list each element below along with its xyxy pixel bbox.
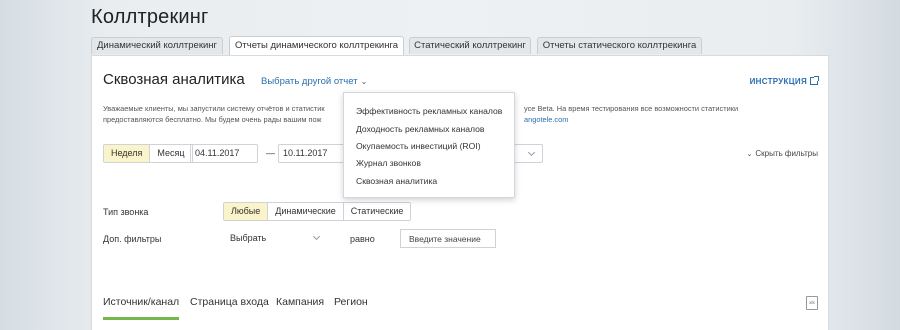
hide-filters-toggle[interactable]: ⌄ Скрыть фильтры [746,149,818,158]
tab-dynamic-reports[interactable]: Отчеты динамического коллтрекинга [229,36,404,55]
call-type-static-button[interactable]: Статические [342,203,411,220]
report-dropdown-menu: Эффективность рекламных каналов Доходнос… [343,92,515,198]
tab-static-calltracking[interactable]: Статический коллтрекинг [409,37,531,54]
choose-report-button[interactable]: Выбрать другой отчет ⌄ [261,76,367,87]
menu-item-channel-revenue[interactable]: Доходность рекламных каналов [356,124,484,134]
extra-filters-label: Доп. фильтры [103,234,162,244]
tab-static-reports[interactable]: Отчеты статического коллтрекинга [537,37,702,54]
choose-report-label: Выбрать другой отчет [261,76,358,87]
filter-value-input[interactable] [400,229,496,248]
chevron-down-icon [527,148,536,157]
notice-email-link[interactable]: angotele.com [524,115,568,126]
page-title: Коллтрекинг [91,6,209,28]
notice-line-2: предоставляются бесплатно. Мы будем очен… [103,114,322,124]
notice-line-1-tail: усе Beta. На время тестирования все возм… [524,104,739,113]
chevron-down-icon: ⌄ [360,77,368,86]
chevron-down-icon [312,232,321,241]
tab-dynamic-calltracking[interactable]: Динамический коллтрекинг [91,37,223,54]
instruction-label: ИНСТРУКЦИЯ [749,77,807,86]
call-type-label: Тип звонка [103,207,149,217]
call-type-switch: Любые Динамические Статические [223,202,412,221]
period-week-button[interactable]: Неделя [104,145,150,162]
report-title: Сквозная аналитика [103,71,245,88]
tab-source-channel[interactable]: Источник/канал [103,296,180,320]
tab-landing-page[interactable]: Страница входа [190,296,269,308]
date-from-field[interactable]: 04.11.2017 [190,144,258,163]
notice-line-1: Уважаемые клиенты, мы запустили систему … [103,104,325,113]
menu-item-channel-efficiency[interactable]: Эффективность рекламных каналов [356,106,502,116]
instruction-link[interactable]: ИНСТРУКЦИЯ [749,76,819,86]
menu-item-end-to-end[interactable]: Сквозная аналитика [356,176,437,186]
call-type-any-button[interactable]: Любые [224,203,268,220]
tab-region[interactable]: Регион [334,296,368,308]
period-switch: Неделя Месяц [103,144,193,163]
export-xls-icon[interactable] [806,296,818,310]
call-type-dynamic-button[interactable]: Динамические [267,203,343,220]
external-link-icon [810,76,819,85]
date-to-field[interactable]: 10.11.2017 [278,144,346,163]
chevron-down-icon: ⌄ [746,151,753,158]
period-month-button[interactable]: Месяц [149,145,192,162]
menu-item-roi[interactable]: Окупаемость инвестиций (ROI) [356,141,481,151]
hide-filters-label: Скрыть фильтры [755,149,818,158]
menu-item-call-log[interactable]: Журнал звонков [356,158,421,168]
tab-campaign[interactable]: Кампания [276,296,324,308]
period-extra-select[interactable] [515,144,543,163]
filter-field-value: Выбрать [230,233,267,243]
filter-operator: равно [350,234,375,244]
date-separator: — [266,148,275,158]
filter-field-select[interactable]: Выбрать [223,229,323,248]
